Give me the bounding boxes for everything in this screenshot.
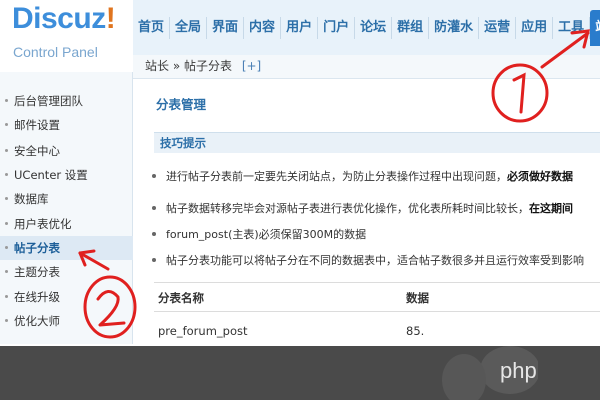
nav-item-antispam[interactable]: 防灌水	[429, 17, 480, 39]
bullet-icon	[152, 174, 156, 178]
brand-logo: Discuz!	[12, 2, 116, 35]
bullet-icon	[152, 206, 156, 210]
add-shortcut-button[interactable]: [+]	[242, 59, 261, 73]
nav-item-home[interactable]: 首页	[133, 17, 171, 39]
logo-subtitle: Control Panel	[13, 44, 98, 60]
page-title: 分表管理	[156, 97, 207, 112]
sidebar-item-admin-team[interactable]: 后台管理团队	[0, 89, 133, 113]
nav-item-group[interactable]: 群组	[392, 17, 430, 39]
logo: Discuz! Control Panel	[0, 0, 133, 72]
sidebar-item-security[interactable]: 安全中心	[0, 139, 133, 163]
nav-item-forum[interactable]: 论坛	[355, 17, 393, 39]
watermark-text: php	[500, 358, 537, 383]
nav-item-user[interactable]: 用户	[281, 17, 319, 39]
sidebar-item-database[interactable]: 数据库	[0, 187, 133, 211]
nav-item-portal[interactable]: 门户	[318, 17, 356, 39]
sidebar-item-ucenter[interactable]: UCenter 设置	[0, 163, 133, 187]
breadcrumb-text: 站长 » 帖子分表	[145, 59, 232, 73]
table-cell-data: 85.	[406, 324, 425, 338]
annotation-arrow	[540, 31, 590, 69]
bullet-icon	[5, 173, 8, 176]
column-header-data: 数据	[406, 291, 429, 305]
bullet-icon	[5, 246, 8, 249]
bullet-icon	[5, 295, 8, 298]
bullet-icon	[5, 149, 8, 152]
bullet-icon	[5, 319, 8, 322]
table-header: 分表名称 数据	[154, 282, 600, 312]
bullet-icon	[152, 232, 156, 236]
sidebar-item-mail[interactable]: 邮件设置	[0, 113, 133, 137]
tip-item: 进行帖子分表前一定要先关闭站点，为防止分表操作过程中出现问题，必须做好数据	[152, 168, 573, 184]
bullet-icon	[152, 258, 156, 262]
annotation-circle	[83, 275, 137, 339]
tip-item: 帖子分表功能可以将帖子分在不同的数据表中，适合帖子数很多并且运行效率受到影响	[152, 252, 584, 268]
annotation-digit-1	[512, 72, 526, 114]
annotation-one	[491, 29, 590, 123]
bullet-icon	[5, 222, 8, 225]
bullet-icon	[5, 99, 8, 102]
column-header-name: 分表名称	[158, 291, 204, 305]
nav-item-style[interactable]: 界面	[207, 17, 245, 39]
bullet-icon	[5, 270, 8, 273]
bullet-icon	[5, 197, 8, 200]
tips-header: 技巧提示	[154, 132, 600, 153]
annotation-digit-2	[96, 290, 126, 327]
nav-item-global[interactable]: 全局	[170, 17, 208, 39]
nav-item-content[interactable]: 内容	[244, 17, 282, 39]
tip-item: 帖子数据转移完毕会对源帖子表进行表优化操作，优化表所耗时间比较长，在这期间	[152, 200, 573, 216]
annotation-two	[78, 249, 137, 339]
bullet-icon	[5, 123, 8, 126]
tip-item: forum_post(主表)必须保留300M的数据	[152, 226, 366, 242]
table-cell-name: pre_forum_post	[158, 324, 248, 338]
sidebar-item-member-optimize[interactable]: 用户表优化	[0, 212, 133, 236]
